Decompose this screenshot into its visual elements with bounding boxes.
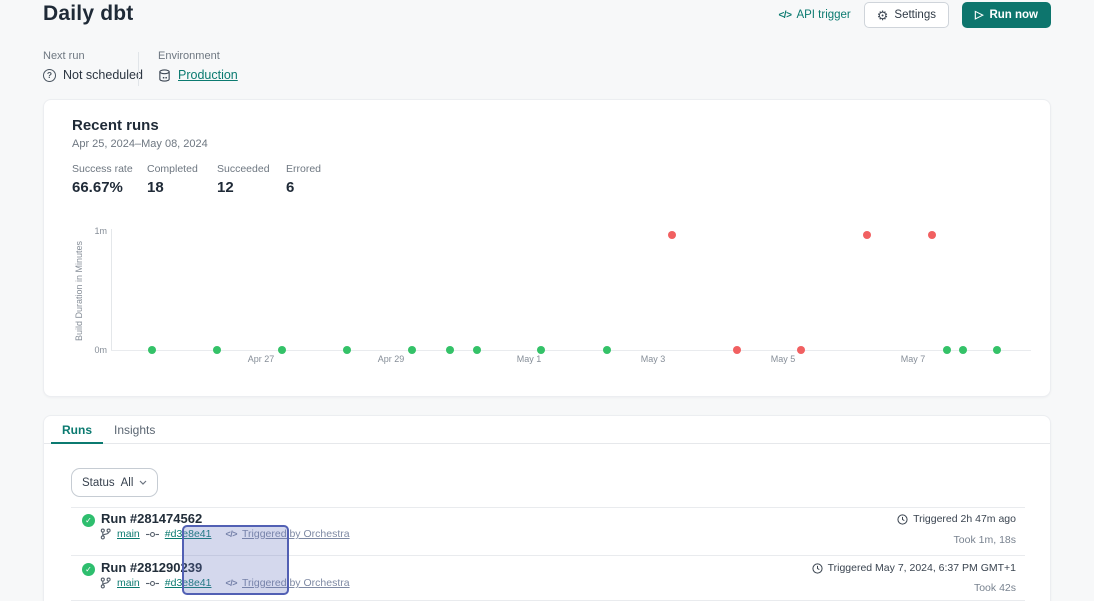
y-tick-1m: 1m xyxy=(83,226,107,236)
environment-value: Production xyxy=(158,68,238,82)
settings-label: Settings xyxy=(894,9,936,21)
code-icon: </> xyxy=(225,578,237,588)
status-filter-label: Status xyxy=(82,477,115,489)
code-icon: </> xyxy=(225,529,237,539)
success-check-icon: ✓ xyxy=(82,563,95,576)
run-dot-succeeded[interactable] xyxy=(408,346,416,354)
x-tick: May 1 xyxy=(517,354,542,364)
chart-x-axis-line xyxy=(111,350,1031,351)
next-run-value: ? Not scheduled xyxy=(43,68,143,82)
row-divider xyxy=(71,507,1025,508)
took-duration: Took 42s xyxy=(974,582,1016,594)
app-root: Daily dbt </> API trigger ⚙ Settings ▷ R… xyxy=(0,0,1094,601)
run-dot-errored[interactable] xyxy=(733,346,741,354)
x-tick: May 7 xyxy=(901,354,926,364)
git-branch-icon xyxy=(100,528,111,540)
chevron-down-icon xyxy=(139,480,147,485)
took-duration: Took 1m, 18s xyxy=(954,534,1016,546)
runs-card: Runs Insights Status All ✓ Run #28147456… xyxy=(43,415,1051,601)
run-meta-row: main #d3e8e41 </> Triggered by Orchestra xyxy=(100,528,350,540)
git-commit-icon xyxy=(146,579,159,588)
git-commit-icon xyxy=(146,530,159,539)
code-icon: </> xyxy=(778,10,791,21)
environment-link[interactable]: Production xyxy=(178,68,238,82)
meta-divider xyxy=(138,52,139,86)
run-dot-errored[interactable] xyxy=(668,231,676,239)
api-trigger-label: API trigger xyxy=(796,9,850,21)
gear-icon: ⚙ xyxy=(877,9,889,22)
x-tick: May 5 xyxy=(771,354,796,364)
triggered-time: Triggered 2h 47m ago xyxy=(897,513,1016,525)
y-tick-0m: 0m xyxy=(83,345,107,355)
row-divider xyxy=(71,555,1025,556)
trigger-source-link[interactable]: Triggered by Orchestra xyxy=(242,528,350,540)
run-meta-row: main #d3e8e41 </> Triggered by Orchestra xyxy=(100,577,350,589)
header-actions: </> API trigger ⚙ Settings ▷ Run now xyxy=(778,2,1051,28)
next-run-label: Next run xyxy=(43,50,85,62)
run-dot-succeeded[interactable] xyxy=(603,346,611,354)
run-dot-errored[interactable] xyxy=(928,231,936,239)
tab-insights[interactable]: Insights xyxy=(103,416,166,443)
branch-link[interactable]: main xyxy=(117,528,140,540)
run-dot-succeeded[interactable] xyxy=(446,346,454,354)
run-dot-succeeded[interactable] xyxy=(959,346,967,354)
success-check-icon: ✓ xyxy=(82,514,95,527)
run-title-link[interactable]: Run #281474562 xyxy=(101,511,202,526)
x-tick: Apr 27 xyxy=(248,354,275,364)
run-dot-succeeded[interactable] xyxy=(537,346,545,354)
api-trigger-link[interactable]: </> API trigger xyxy=(778,9,850,21)
clock-icon xyxy=(812,563,823,574)
run-title-link[interactable]: Run #281290239 xyxy=(101,560,202,575)
run-now-button[interactable]: ▷ Run now xyxy=(962,2,1051,28)
run-dot-succeeded[interactable] xyxy=(213,346,221,354)
recent-runs-card: Recent runs Apr 25, 2024–May 08, 2024 Su… xyxy=(43,99,1051,397)
tab-runs[interactable]: Runs xyxy=(51,416,103,443)
run-dot-succeeded[interactable] xyxy=(943,346,951,354)
question-circle-icon: ? xyxy=(43,69,56,82)
status-filter-value: All xyxy=(121,477,134,489)
build-duration-chart: Build Duration in Minutes 1m 0m Apr 27 Ap… xyxy=(44,100,1050,396)
run-dot-succeeded[interactable] xyxy=(343,346,351,354)
clock-icon xyxy=(897,514,908,525)
run-dot-succeeded[interactable] xyxy=(278,346,286,354)
settings-button[interactable]: ⚙ Settings xyxy=(864,2,949,28)
tab-bar: Runs Insights xyxy=(44,416,1050,444)
trigger-chip: </> Triggered by Orchestra xyxy=(225,528,349,540)
run-dot-succeeded[interactable] xyxy=(473,346,481,354)
play-icon: ▷ xyxy=(975,10,983,21)
x-tick: Apr 29 xyxy=(378,354,405,364)
database-icon xyxy=(158,69,171,82)
triggered-time: Triggered May 7, 2024, 6:37 PM GMT+1 xyxy=(812,562,1016,574)
status-filter-dropdown[interactable]: Status All xyxy=(71,468,158,497)
commit-link[interactable]: #d3e8e41 xyxy=(165,577,212,589)
trigger-chip: </> Triggered by Orchestra xyxy=(225,577,349,589)
run-dot-succeeded[interactable] xyxy=(148,346,156,354)
git-branch-icon xyxy=(100,577,111,589)
run-now-label: Run now xyxy=(989,9,1038,21)
run-dot-errored[interactable] xyxy=(863,231,871,239)
environment-label: Environment xyxy=(158,50,220,62)
page-title: Daily dbt xyxy=(43,2,133,26)
branch-link[interactable]: main xyxy=(117,577,140,589)
chart-y-axis-label: Build Duration in Minutes xyxy=(74,241,84,341)
trigger-source-link[interactable]: Triggered by Orchestra xyxy=(242,577,350,589)
run-dot-succeeded[interactable] xyxy=(993,346,1001,354)
chart-y-axis-line xyxy=(111,229,112,351)
x-tick: May 3 xyxy=(641,354,666,364)
commit-link[interactable]: #d3e8e41 xyxy=(165,528,212,540)
run-dot-errored[interactable] xyxy=(797,346,805,354)
